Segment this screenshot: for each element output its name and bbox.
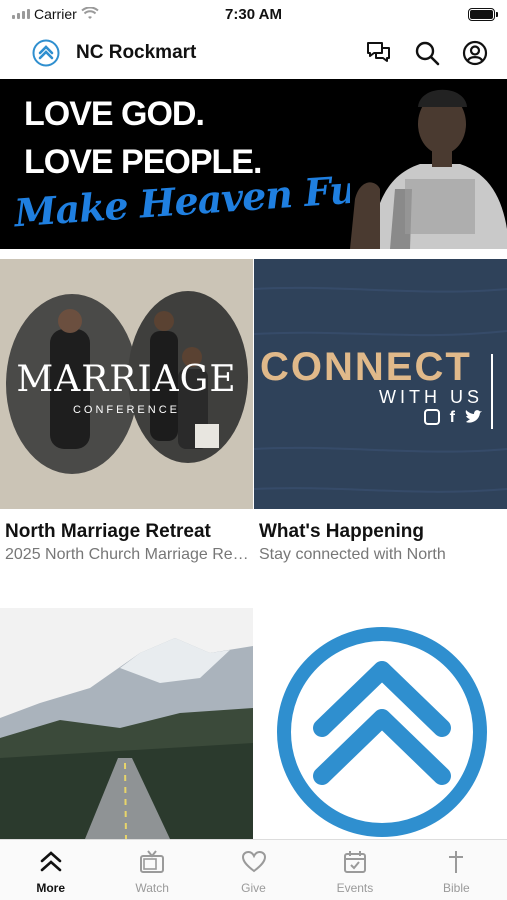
content-card-logo[interactable]: [254, 608, 507, 839]
tab-label: Give: [241, 881, 266, 895]
carrier-label: Carrier: [34, 6, 77, 22]
status-bar: Carrier 7:30 AM: [0, 0, 507, 28]
calendar-icon: [342, 849, 368, 875]
wifi-icon: [81, 7, 99, 19]
status-time: 7:30 AM: [225, 5, 282, 23]
cross-icon: [443, 849, 469, 875]
tab-label: Bible: [442, 881, 470, 895]
card-subtitle: 2025 North Church Marriage Retreat: [5, 546, 253, 563]
hero-line-1: LOVE GOD.: [24, 95, 205, 133]
facebook-icon: f: [449, 409, 455, 426]
twitter-icon: [465, 410, 482, 423]
social-icons: f: [423, 409, 483, 427]
card-subtitle: Stay connected with North: [259, 546, 446, 563]
tab-more[interactable]: More: [0, 840, 101, 900]
app-title: NC Rockmart: [76, 42, 197, 63]
heart-icon: [241, 849, 267, 875]
connect-image: CONNECT WITH US f: [254, 259, 507, 509]
event-card-connect[interactable]: CONNECT WITH US f What's Happening Stay …: [254, 259, 507, 564]
marriage-image-subtitle: CONFERENCE: [72, 404, 180, 416]
tab-bar: More Watch Give Events Bible: [0, 839, 507, 900]
card-title: North Marriage Retreat: [5, 521, 211, 542]
marriage-image-title: MARRIAGE: [16, 359, 237, 400]
hero-banner[interactable]: LOVE GOD. LOVE PEOPLE. Make Heaven Full!: [0, 79, 507, 249]
content-card-road[interactable]: [0, 608, 253, 839]
church-logo-icon[interactable]: [32, 39, 60, 67]
event-card-marriage[interactable]: MARRIAGE CONFERENCE North Marriage Retre…: [0, 259, 253, 564]
double-chevron-up-icon: [38, 849, 64, 875]
tv-icon: [139, 849, 165, 875]
tab-bible[interactable]: Bible: [406, 840, 507, 900]
connect-image-title: CONNECT: [260, 345, 472, 389]
tab-label: Events: [336, 881, 374, 895]
marriage-conference-image: MARRIAGE CONFERENCE: [0, 259, 253, 509]
signal-icon: [12, 9, 30, 19]
church-logo-image: [254, 608, 507, 839]
chat-icon[interactable]: [365, 39, 393, 67]
tab-give[interactable]: Give: [203, 840, 304, 900]
battery-icon: [468, 7, 498, 21]
card-title: What's Happening: [259, 521, 424, 542]
tab-watch[interactable]: Watch: [101, 840, 202, 900]
speaker-photo: [350, 79, 507, 249]
tab-label: More: [36, 881, 66, 895]
mountain-road-image: [0, 608, 253, 839]
instagram-icon: [423, 409, 440, 425]
account-icon[interactable]: [461, 39, 489, 67]
connect-image-subtitle: WITH US: [379, 387, 483, 407]
tab-label: Watch: [135, 881, 169, 895]
search-icon[interactable]: [413, 39, 441, 67]
app-header: NC Rockmart: [0, 28, 507, 78]
tab-events[interactable]: Events: [304, 840, 405, 900]
